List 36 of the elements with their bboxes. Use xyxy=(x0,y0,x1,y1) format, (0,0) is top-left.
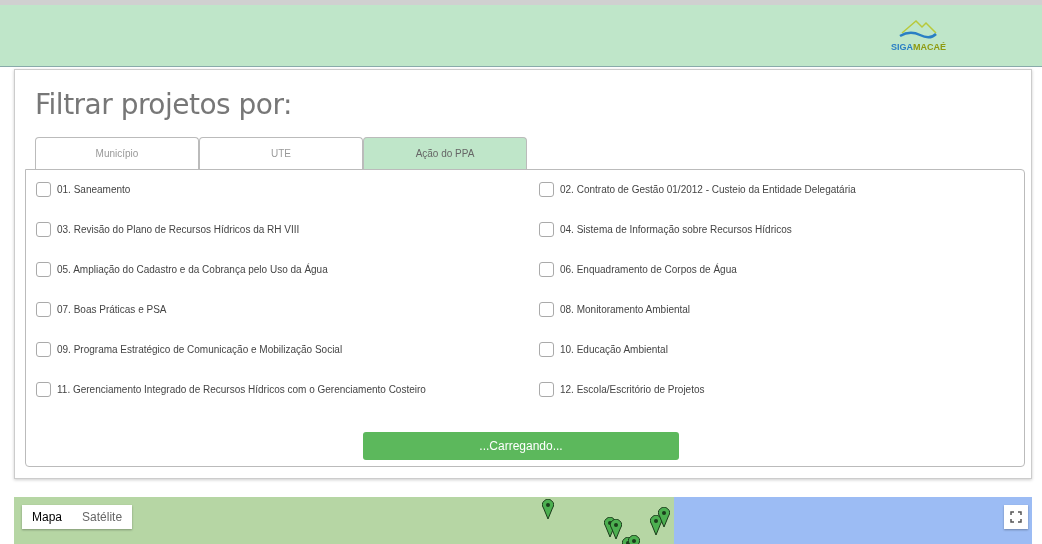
fullscreen-button[interactable] xyxy=(1004,505,1028,529)
checkbox[interactable] xyxy=(539,261,554,277)
map-type-button[interactable]: Mapa xyxy=(22,505,73,529)
option-label[interactable]: 06. Enquadramento de Corpos de Água xyxy=(560,263,737,275)
checkbox[interactable] xyxy=(36,341,51,357)
map-pin-icon[interactable] xyxy=(650,515,662,535)
checkbox[interactable] xyxy=(539,301,554,317)
option-label[interactable]: 11. Gerenciamento Integrado de Recursos Hídricos com o Gerenciamento Costeiro xyxy=(57,383,426,395)
option-label[interactable]: 12. Escola/Escritório de Projetos xyxy=(560,383,705,395)
filter-title: Filtrar projetos por: xyxy=(35,88,293,121)
mountain-logo-icon xyxy=(898,19,939,41)
checkbox[interactable] xyxy=(36,221,51,237)
map-pin-icon[interactable] xyxy=(542,499,554,519)
checkbox[interactable] xyxy=(36,261,51,277)
checkbox[interactable] xyxy=(539,181,554,197)
checkbox[interactable] xyxy=(36,301,51,317)
option-label[interactable]: 07. Boas Práticas e PSA xyxy=(57,303,167,315)
checkbox[interactable] xyxy=(36,381,51,397)
checkbox[interactable] xyxy=(539,341,554,357)
checkbox[interactable] xyxy=(539,221,554,237)
option-label[interactable]: 08. Monitoramento Ambiental xyxy=(560,303,691,315)
checkbox[interactable] xyxy=(539,381,554,397)
option-label[interactable]: 02. Contrato de Gestão 01/2012 - Custeio da Entidade Delegatária xyxy=(560,183,856,195)
option-label[interactable]: 09. Programa Estratégico de Comunicação e Mobilização Social xyxy=(57,343,343,355)
map-pin-icon[interactable] xyxy=(658,507,670,527)
fullscreen-icon[interactable] xyxy=(1010,511,1022,523)
option-label[interactable]: 05. Ampliação do Cadastro e da Cobrança pelo Uso da Água xyxy=(57,263,328,275)
option-label[interactable]: 01. Saneamento xyxy=(57,183,131,195)
option-label[interactable]: 10. Educação Ambiental xyxy=(560,343,668,355)
map-type-button[interactable]: Satélite xyxy=(72,505,133,529)
checkbox[interactable] xyxy=(36,181,51,197)
filter-tab[interactable]: Ação do PPA xyxy=(363,137,527,169)
option-label[interactable]: 04. Sistema de Informação sobre Recursos Hídricos xyxy=(560,223,792,235)
map-pin-icon[interactable] xyxy=(610,519,622,539)
logo-text: SIGAMACAÉ xyxy=(891,42,946,52)
option-label[interactable]: 03. Revisão do Plano de Recursos Hídricos da RH VIII xyxy=(57,223,300,235)
